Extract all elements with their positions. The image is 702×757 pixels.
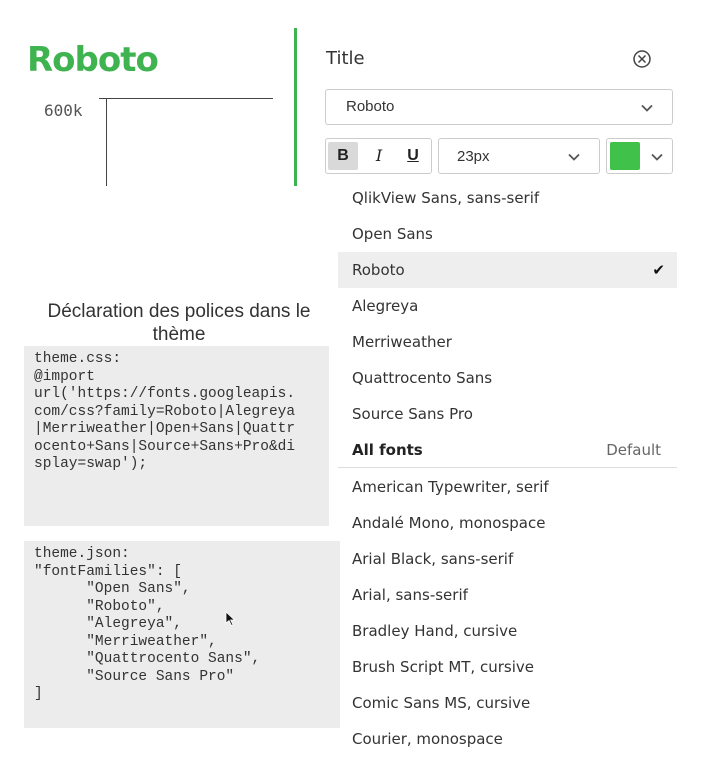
font-option-label: Roboto	[352, 261, 405, 279]
font-option-label: Brush Script MT, cursive	[352, 658, 534, 676]
underline-button[interactable]: U	[398, 142, 428, 170]
font-option[interactable]: Roboto ✔	[338, 252, 677, 288]
font-option-label: Alegreya	[352, 297, 419, 315]
font-family-select[interactable]: Roboto	[325, 89, 673, 125]
font-option-label: Andalé Mono, monospace	[352, 514, 546, 532]
chevron-down-icon	[641, 104, 653, 112]
mouse-pointer-icon	[225, 611, 236, 627]
font-option[interactable]: Arial Black, sans-serif	[338, 541, 677, 577]
font-option-label: American Typewriter, serif	[352, 478, 549, 496]
font-option-label: Bradley Hand, cursive	[352, 622, 518, 640]
close-circle-icon[interactable]	[631, 48, 653, 70]
font-option-label: Arial Black, sans-serif	[352, 550, 514, 568]
chevron-down-icon	[651, 153, 663, 161]
italic-button[interactable]: I	[364, 142, 394, 170]
font-option-label: Arial, sans-serif	[352, 586, 468, 604]
font-option[interactable]: Andalé Mono, monospace	[338, 505, 677, 541]
bold-button[interactable]: B	[328, 142, 358, 170]
font-option[interactable]: Alegreya	[338, 288, 677, 324]
font-select-value: Roboto	[346, 98, 395, 115]
section-header-all-fonts: All fonts Default	[338, 432, 677, 468]
font-option[interactable]: Brush Script MT, cursive	[338, 649, 677, 685]
font-option-label: QlikView Sans, sans-serif	[352, 189, 540, 207]
font-option-label: Merriweather	[352, 333, 452, 351]
font-dropdown-list: QlikView Sans, sans-serif Open Sans Roboto…	[338, 180, 677, 757]
font-option-label: Courier, monospace	[352, 730, 503, 748]
checkmark-icon: ✔	[652, 261, 665, 279]
font-option-label: Comic Sans MS, cursive	[352, 694, 531, 712]
preview-title: Roboto	[27, 40, 159, 80]
color-swatch	[610, 142, 640, 170]
font-option[interactable]: Comic Sans MS, cursive	[338, 685, 677, 721]
chevron-down-icon	[568, 153, 580, 161]
panel-title: Title	[326, 48, 365, 69]
font-option[interactable]: Bradley Hand, cursive	[338, 613, 677, 649]
font-option[interactable]: Merriweather	[338, 324, 677, 360]
font-option[interactable]: American Typewriter, serif	[338, 469, 677, 505]
text-style-group: B I U	[325, 138, 432, 174]
font-option-label: Open Sans	[352, 225, 433, 243]
axis-line-horizontal	[99, 98, 273, 99]
font-option[interactable]: Quattrocento Sans	[338, 360, 677, 396]
declaration-title: Déclaration des polices dans le thème	[47, 301, 311, 345]
font-size-select[interactable]: 23px	[438, 138, 600, 174]
code-block-theme-json: theme.json: "fontFamilies": [ "Open Sans…	[24, 541, 340, 728]
selection-indicator	[294, 28, 297, 186]
section-header-label: All fonts	[352, 441, 423, 459]
font-option[interactable]: Courier, monospace	[338, 721, 677, 757]
axis-tick-label: 600k	[44, 101, 83, 120]
code-block-theme-css: theme.css: @import url('https://fonts.go…	[24, 346, 329, 526]
font-option[interactable]: Source Sans Pro	[338, 396, 677, 432]
font-option[interactable]: Open Sans	[338, 216, 677, 252]
font-option[interactable]: QlikView Sans, sans-serif	[338, 180, 677, 216]
font-option[interactable]: Arial, sans-serif	[338, 577, 677, 613]
font-size-value: 23px	[457, 148, 490, 165]
axis-line-vertical	[106, 98, 107, 186]
color-picker[interactable]	[606, 138, 673, 174]
font-option-label: Quattrocento Sans	[352, 369, 493, 387]
font-option-label: Source Sans Pro	[352, 405, 473, 423]
section-header-default: Default	[606, 441, 661, 459]
